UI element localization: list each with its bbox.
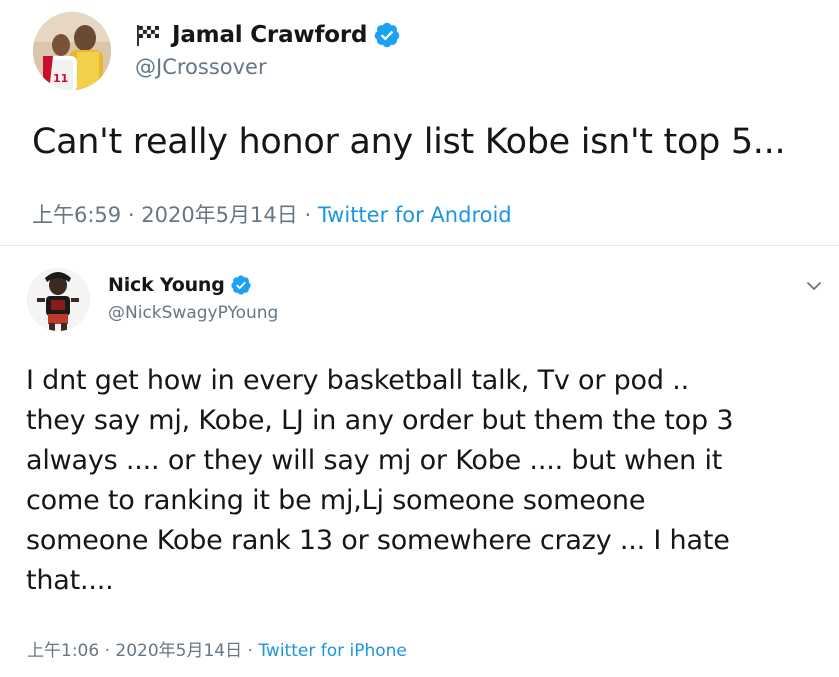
tweet-text-line: come to ranking it be mj,Lj someone some… xyxy=(26,485,646,516)
meta-separator: · xyxy=(247,641,253,661)
tweet-meta: 上午1:06 · 2020年5月14日 · Twitter for iPhone xyxy=(27,636,407,661)
tweet-text-line: they say mj, Kobe, LJ in any order but t… xyxy=(26,405,734,436)
meta-separator: · xyxy=(127,203,135,227)
tweet-jamal-crawford: 11 Jamal Crawford @JCrossover Can't real… xyxy=(0,0,839,245)
avatar[interactable] xyxy=(27,268,90,331)
svg-text:11: 11 xyxy=(53,72,68,85)
tweet-date: 2020年5月14日 xyxy=(141,203,298,227)
author-row: Jamal Crawford xyxy=(135,18,401,52)
tweet-text-line: that.... xyxy=(26,565,114,596)
tweet-meta: 上午6:59 · 2020年5月14日 · Twitter for Androi… xyxy=(32,199,512,229)
verified-badge-icon xyxy=(373,21,401,49)
avatar[interactable]: 11 xyxy=(33,12,111,90)
tweet-time: 上午1:06 xyxy=(27,641,100,661)
tweet-text-line: someone Kobe rank 13 or somewhere crazy … xyxy=(26,525,730,556)
author-handle[interactable]: @JCrossover xyxy=(135,55,267,79)
meta-separator: · xyxy=(104,641,110,661)
tweet-text-line: always .... or they will say mj or Kobe … xyxy=(26,445,723,476)
tweet-nick-young: Nick Young @NickSwagyPYoung I dnt get ho… xyxy=(0,246,839,677)
tweet-source-link[interactable]: Twitter for iPhone xyxy=(258,641,407,661)
tweet-text: I dnt get how in every basketball talk, … xyxy=(26,361,826,601)
tweet-time-link[interactable]: 上午1:06 · 2020年5月14日 xyxy=(27,641,242,661)
verified-badge-icon xyxy=(230,274,252,296)
author-row: Nick Young xyxy=(108,272,252,298)
tweet-time-link[interactable]: 上午6:59 · 2020年5月14日 xyxy=(32,203,298,227)
tweet-text-line: I dnt get how in every basketball talk, … xyxy=(26,365,689,396)
author-handle[interactable]: @NickSwagyPYoung xyxy=(108,303,278,323)
meta-separator: · xyxy=(304,203,312,227)
tweet-date: 2020年5月14日 xyxy=(115,641,243,661)
author-name[interactable]: Jamal Crawford xyxy=(172,22,367,48)
chevron-down-icon[interactable] xyxy=(804,276,824,296)
tweet-source-link[interactable]: Twitter for Android xyxy=(318,203,512,227)
tweet-time: 上午6:59 xyxy=(32,203,122,227)
checkered-flag-icon xyxy=(135,24,161,46)
author-name[interactable]: Nick Young xyxy=(108,274,225,296)
tweet-text: Can't really honor any list Kobe isn't t… xyxy=(32,122,786,162)
